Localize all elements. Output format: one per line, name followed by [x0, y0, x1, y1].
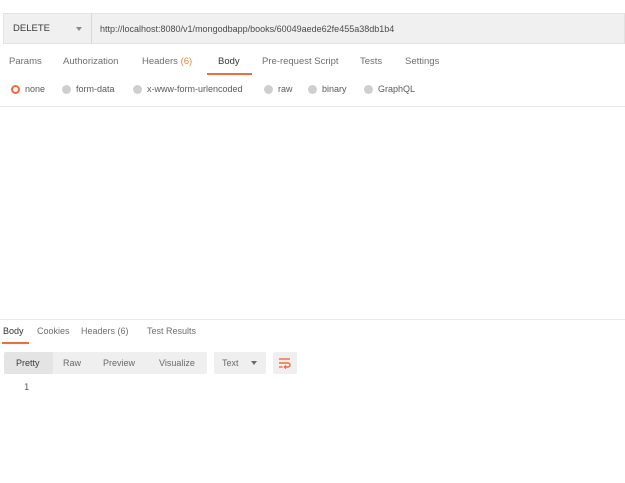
request-body-area	[0, 107, 625, 318]
radio-graphql-label: GraphQL	[378, 84, 416, 94]
radio-none-label: none	[25, 84, 46, 94]
radio-urlencoded-label: x-www-form-urlencoded	[147, 84, 243, 94]
url-text: http://localhost:8080/v1/mongodbapp/book…	[100, 23, 395, 34]
line-number: 1	[24, 383, 30, 393]
request-url-bar: DELETE http://localhost:8080/v1/mongodba…	[3, 13, 625, 44]
response-tab-cookies[interactable]: Cookies	[37, 326, 70, 336]
radio-raw[interactable]: raw	[264, 84, 293, 94]
tab-params[interactable]: Params	[9, 56, 42, 67]
response-tab-body[interactable]: Body	[3, 326, 24, 336]
response-tab-headers[interactable]: Headers (6)	[81, 326, 129, 336]
radio-form-data-label: form-data	[76, 84, 115, 94]
response-tab-test-results[interactable]: Test Results	[147, 326, 196, 336]
tab-authorization[interactable]: Authorization	[63, 56, 118, 67]
radio-raw-label: raw	[278, 84, 293, 94]
radio-selected-icon	[11, 84, 20, 94]
preview-button[interactable]: Preview	[103, 352, 135, 374]
radio-urlencoded[interactable]: x-www-form-urlencoded	[133, 84, 243, 94]
radio-icon	[264, 84, 273, 94]
raw-label: Raw	[63, 358, 82, 368]
body-type-options: none form-data x-www-form-urlencoded raw…	[0, 84, 625, 98]
wrap-lines-icon	[279, 358, 291, 369]
language-select[interactable]: Text	[214, 352, 266, 374]
radio-icon	[62, 84, 71, 94]
request-tabs: Params Authorization Headers (6) Body Pr…	[0, 56, 625, 76]
visualize-button[interactable]: Visualize	[159, 352, 195, 374]
tab-body[interactable]: Body	[218, 56, 240, 67]
tab-headers[interactable]: Headers (6)	[142, 56, 192, 67]
radio-icon	[133, 84, 142, 94]
chevron-down-icon	[251, 361, 257, 365]
radio-icon	[364, 84, 373, 94]
response-tabs: Body Cookies Headers (6) Test Results	[0, 326, 625, 346]
response-active-tab-indicator	[2, 342, 29, 344]
visualize-label: Visualize	[159, 358, 195, 368]
active-tab-indicator	[207, 73, 252, 75]
tab-tests[interactable]: Tests	[360, 56, 382, 67]
chevron-down-icon	[76, 27, 82, 31]
pretty-label: Pretty	[16, 358, 40, 368]
tab-prerequest-script[interactable]: Pre-request Script	[262, 56, 339, 67]
raw-button[interactable]: Raw	[63, 352, 81, 374]
response-divider	[0, 319, 625, 320]
language-label: Text	[222, 358, 239, 368]
pretty-button[interactable]: Pretty	[4, 352, 53, 374]
method-select[interactable]: DELETE	[4, 14, 92, 43]
response-format-group: Pretty Raw Preview Visualize	[4, 352, 207, 374]
method-label: DELETE	[13, 23, 50, 34]
tab-headers-label: Headers	[142, 56, 178, 67]
radio-binary[interactable]: binary	[308, 84, 347, 94]
tab-settings[interactable]: Settings	[405, 56, 439, 67]
radio-binary-label: binary	[322, 84, 347, 94]
radio-icon	[308, 84, 317, 94]
preview-label: Preview	[103, 358, 136, 368]
radio-form-data[interactable]: form-data	[62, 84, 115, 94]
url-input[interactable]: http://localhost:8080/v1/mongodbapp/book…	[92, 14, 624, 43]
tab-headers-count: (6)	[180, 56, 193, 67]
radio-none[interactable]: none	[11, 84, 45, 94]
wrap-lines-button[interactable]	[273, 352, 297, 374]
radio-graphql[interactable]: GraphQL	[364, 84, 415, 94]
